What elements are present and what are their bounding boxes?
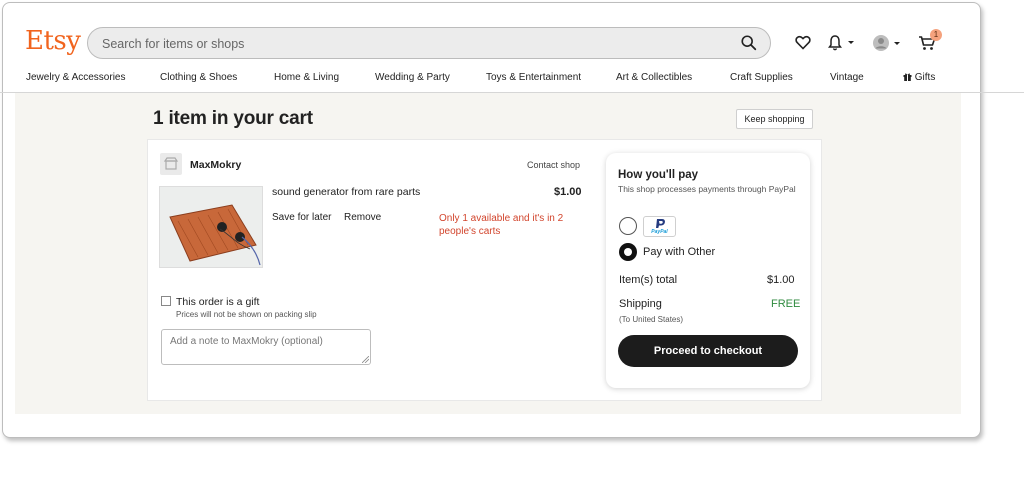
pay-other-radio[interactable]: [619, 243, 637, 261]
bell-icon[interactable]: [828, 34, 856, 51]
resize-handle-icon[interactable]: [362, 356, 369, 363]
nav-item-vintage[interactable]: Vintage: [830, 72, 864, 83]
gift-checkbox[interactable]: [161, 296, 171, 306]
shipping-label: Shipping: [619, 298, 662, 310]
nav-item-toys[interactable]: Toys & Entertainment: [486, 72, 581, 83]
save-for-later-button[interactable]: Save for later: [272, 212, 331, 223]
seller-note-field[interactable]: [161, 329, 371, 365]
etsy-logo[interactable]: Etsy: [25, 26, 81, 56]
nav-item-jewelry[interactable]: Jewelry & Accessories: [26, 72, 125, 83]
shipping-destination: (To United States): [619, 315, 684, 324]
gift-note: Prices will not be shown on packing slip: [176, 310, 317, 319]
item-thumbnail[interactable]: [159, 186, 263, 268]
nav-item-wedding[interactable]: Wedding & Party: [375, 72, 450, 83]
item-title[interactable]: sound generator from rare parts: [272, 186, 420, 198]
shop-icon: [163, 157, 179, 170]
cart-count-badge: 1: [930, 29, 942, 41]
page-title: 1 item in your cart: [153, 108, 313, 129]
search-icon[interactable]: [740, 34, 758, 52]
nav-item-art[interactable]: Art & Collectibles: [616, 72, 692, 83]
paypal-badge-text: PayPal: [651, 229, 668, 235]
shop-avatar[interactable]: [160, 153, 182, 175]
category-nav: Jewelry & Accessories Clothing & Shoes H…: [0, 66, 1024, 93]
gift-checkbox-label[interactable]: This order is a gift: [176, 296, 259, 308]
product-image: [160, 187, 262, 267]
item-price: $1.00: [554, 186, 582, 198]
remove-button[interactable]: Remove: [344, 212, 381, 223]
avatar[interactable]: [872, 35, 902, 52]
nav-item-home[interactable]: Home & Living: [274, 72, 339, 83]
nav-item-gifts-label: Gifts: [914, 72, 936, 83]
paypal-badge[interactable]: PayPal: [643, 216, 676, 237]
payment-subtitle: This shop processes payments through Pay…: [618, 184, 796, 194]
nav-item-gifts[interactable]: Gifts: [903, 72, 935, 83]
keep-shopping-button[interactable]: Keep shopping: [736, 109, 813, 129]
pay-other-label[interactable]: Pay with Other: [643, 246, 715, 258]
search-bar[interactable]: [87, 27, 771, 59]
payment-title: How you'll pay: [618, 169, 699, 181]
availability-warning: Only 1 available and it's in 2 people's …: [439, 213, 564, 237]
paypal-radio[interactable]: [619, 217, 637, 235]
search-input[interactable]: [100, 34, 704, 54]
proceed-to-checkout-button[interactable]: Proceed to checkout: [618, 335, 798, 367]
items-total-value: $1.00: [767, 274, 795, 286]
nav-item-craft[interactable]: Craft Supplies: [730, 72, 793, 83]
gift-icon: [903, 73, 912, 81]
contact-shop-link[interactable]: Contact shop: [527, 160, 580, 170]
nav-item-clothing[interactable]: Clothing & Shoes: [160, 72, 237, 83]
heart-icon[interactable]: [795, 35, 811, 50]
shop-name[interactable]: MaxMokry: [190, 159, 241, 171]
chevron-down-icon: [848, 41, 854, 44]
items-total-label: Item(s) total: [619, 274, 678, 286]
shipping-value: FREE: [771, 298, 801, 310]
